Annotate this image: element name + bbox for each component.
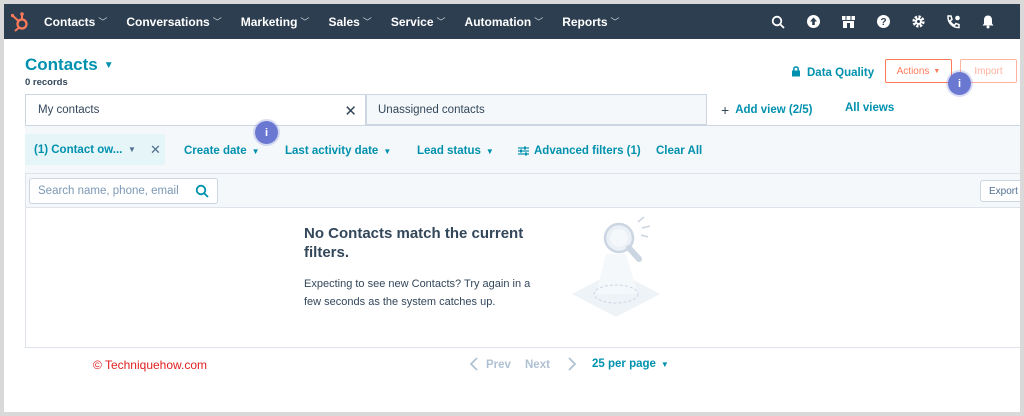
close-icon[interactable]: ✕ xyxy=(150,142,161,158)
chevron-down-icon: ﹀ xyxy=(534,17,544,27)
magnifier-illustration-icon xyxy=(566,216,666,324)
nav-sales[interactable]: Sales ﹀ xyxy=(328,15,371,29)
app-frame: Contacts ﹀ Conversations ﹀ Marketing ﹀ Sale… xyxy=(4,4,1020,412)
nav-reports[interactable]: Reports ﹀ xyxy=(562,15,619,29)
pagination-next[interactable]: Next xyxy=(525,355,577,375)
clear-all-link[interactable]: Clear All xyxy=(656,145,702,157)
page-header: Contacts ▼ 0 records xyxy=(25,55,114,88)
settings-icon[interactable] xyxy=(908,12,928,32)
calling-icon[interactable] xyxy=(943,12,963,32)
empty-state-description: Expecting to see new Contacts? Try again… xyxy=(304,278,531,308)
search-box[interactable] xyxy=(29,178,218,204)
caret-down-icon: ▼ xyxy=(251,146,260,156)
upgrade-icon[interactable] xyxy=(803,12,823,32)
nav-conversations[interactable]: Conversations ﹀ xyxy=(126,15,221,29)
chevron-down-icon: ﹀ xyxy=(212,17,222,27)
chevron-left-icon xyxy=(469,356,478,374)
export-button[interactable]: Export xyxy=(980,180,1020,202)
contact-owner-filter[interactable]: (1) Contact ow... ▼ ✕ xyxy=(25,134,165,165)
marketplace-icon[interactable] xyxy=(838,12,858,32)
nav-service[interactable]: Service ﹀ xyxy=(391,15,446,29)
records-count: 0 records xyxy=(25,77,68,88)
chevron-down-icon: ﹀ xyxy=(610,17,620,27)
nav-automation[interactable]: Automation ﹀ xyxy=(465,15,544,29)
nav-utility-icons: ? xyxy=(768,4,998,39)
data-quality-link[interactable]: Data Quality xyxy=(791,66,874,80)
notifications-icon[interactable] xyxy=(978,12,998,32)
sliders-icon xyxy=(518,146,529,156)
info-badge-icon[interactable]: i xyxy=(948,72,971,95)
chevron-down-icon: ﹀ xyxy=(300,17,310,27)
chevron-right-icon xyxy=(568,356,577,374)
chevron-down-icon: ﹀ xyxy=(362,17,372,27)
chevron-down-icon: ﹀ xyxy=(436,17,446,27)
table-toolbar: Export xyxy=(26,174,1020,208)
tab-unassigned-contacts[interactable]: Unassigned contacts xyxy=(366,94,707,125)
svg-text:?: ? xyxy=(880,17,886,28)
create-date-filter[interactable]: Create date ▼ xyxy=(184,145,260,157)
hubspot-logo-icon[interactable] xyxy=(8,10,32,34)
advanced-filters-button[interactable]: Advanced filters (1) xyxy=(518,145,641,157)
caret-down-icon: ▼ xyxy=(660,359,669,369)
info-badge-icon[interactable]: i xyxy=(255,121,278,144)
all-views-link[interactable]: All views xyxy=(845,102,894,114)
nav-marketing[interactable]: Marketing ﹀ xyxy=(241,15,310,29)
lock-icon xyxy=(791,66,801,80)
help-icon[interactable]: ? xyxy=(873,12,893,32)
pagination-prev[interactable]: Prev xyxy=(469,355,511,375)
add-view-button[interactable]: + Add view (2/5) xyxy=(721,102,813,118)
filter-bar: (1) Contact ow... ▼ ✕ Create date ▼ Last … xyxy=(25,125,1020,173)
search-icon[interactable] xyxy=(195,184,209,203)
empty-state-title: No Contacts match the current filters. xyxy=(304,225,524,261)
close-icon[interactable]: ✕ xyxy=(344,102,357,120)
caret-down-icon: ▼ xyxy=(128,145,136,154)
search-icon[interactable] xyxy=(768,12,788,32)
per-page-select[interactable]: 25 per page ▼ xyxy=(592,358,669,370)
caret-down-icon: ▼ xyxy=(485,146,494,156)
caret-down-icon: ▼ xyxy=(383,146,392,156)
lead-status-filter[interactable]: Lead status ▼ xyxy=(417,145,494,157)
top-nav: Contacts ﹀ Conversations ﹀ Marketing ﹀ Sale… xyxy=(4,4,1020,39)
search-input[interactable] xyxy=(38,185,186,197)
tab-my-contacts[interactable]: My contacts ✕ xyxy=(25,94,366,125)
nav-contacts[interactable]: Contacts ﹀ xyxy=(44,15,107,29)
page-title[interactable]: Contacts ▼ xyxy=(25,55,114,75)
caret-down-icon: ▼ xyxy=(933,67,941,75)
last-activity-date-filter[interactable]: Last activity date ▼ xyxy=(285,145,391,157)
chevron-down-icon: ﹀ xyxy=(98,17,108,27)
actions-button[interactable]: Actions ▼ xyxy=(885,59,952,83)
plus-icon: + xyxy=(721,102,730,118)
caret-down-icon: ▼ xyxy=(103,59,114,71)
contacts-table: Export No Contacts match the current fil… xyxy=(25,173,1020,348)
watermark-text: © Techniquehow.com xyxy=(93,358,208,372)
